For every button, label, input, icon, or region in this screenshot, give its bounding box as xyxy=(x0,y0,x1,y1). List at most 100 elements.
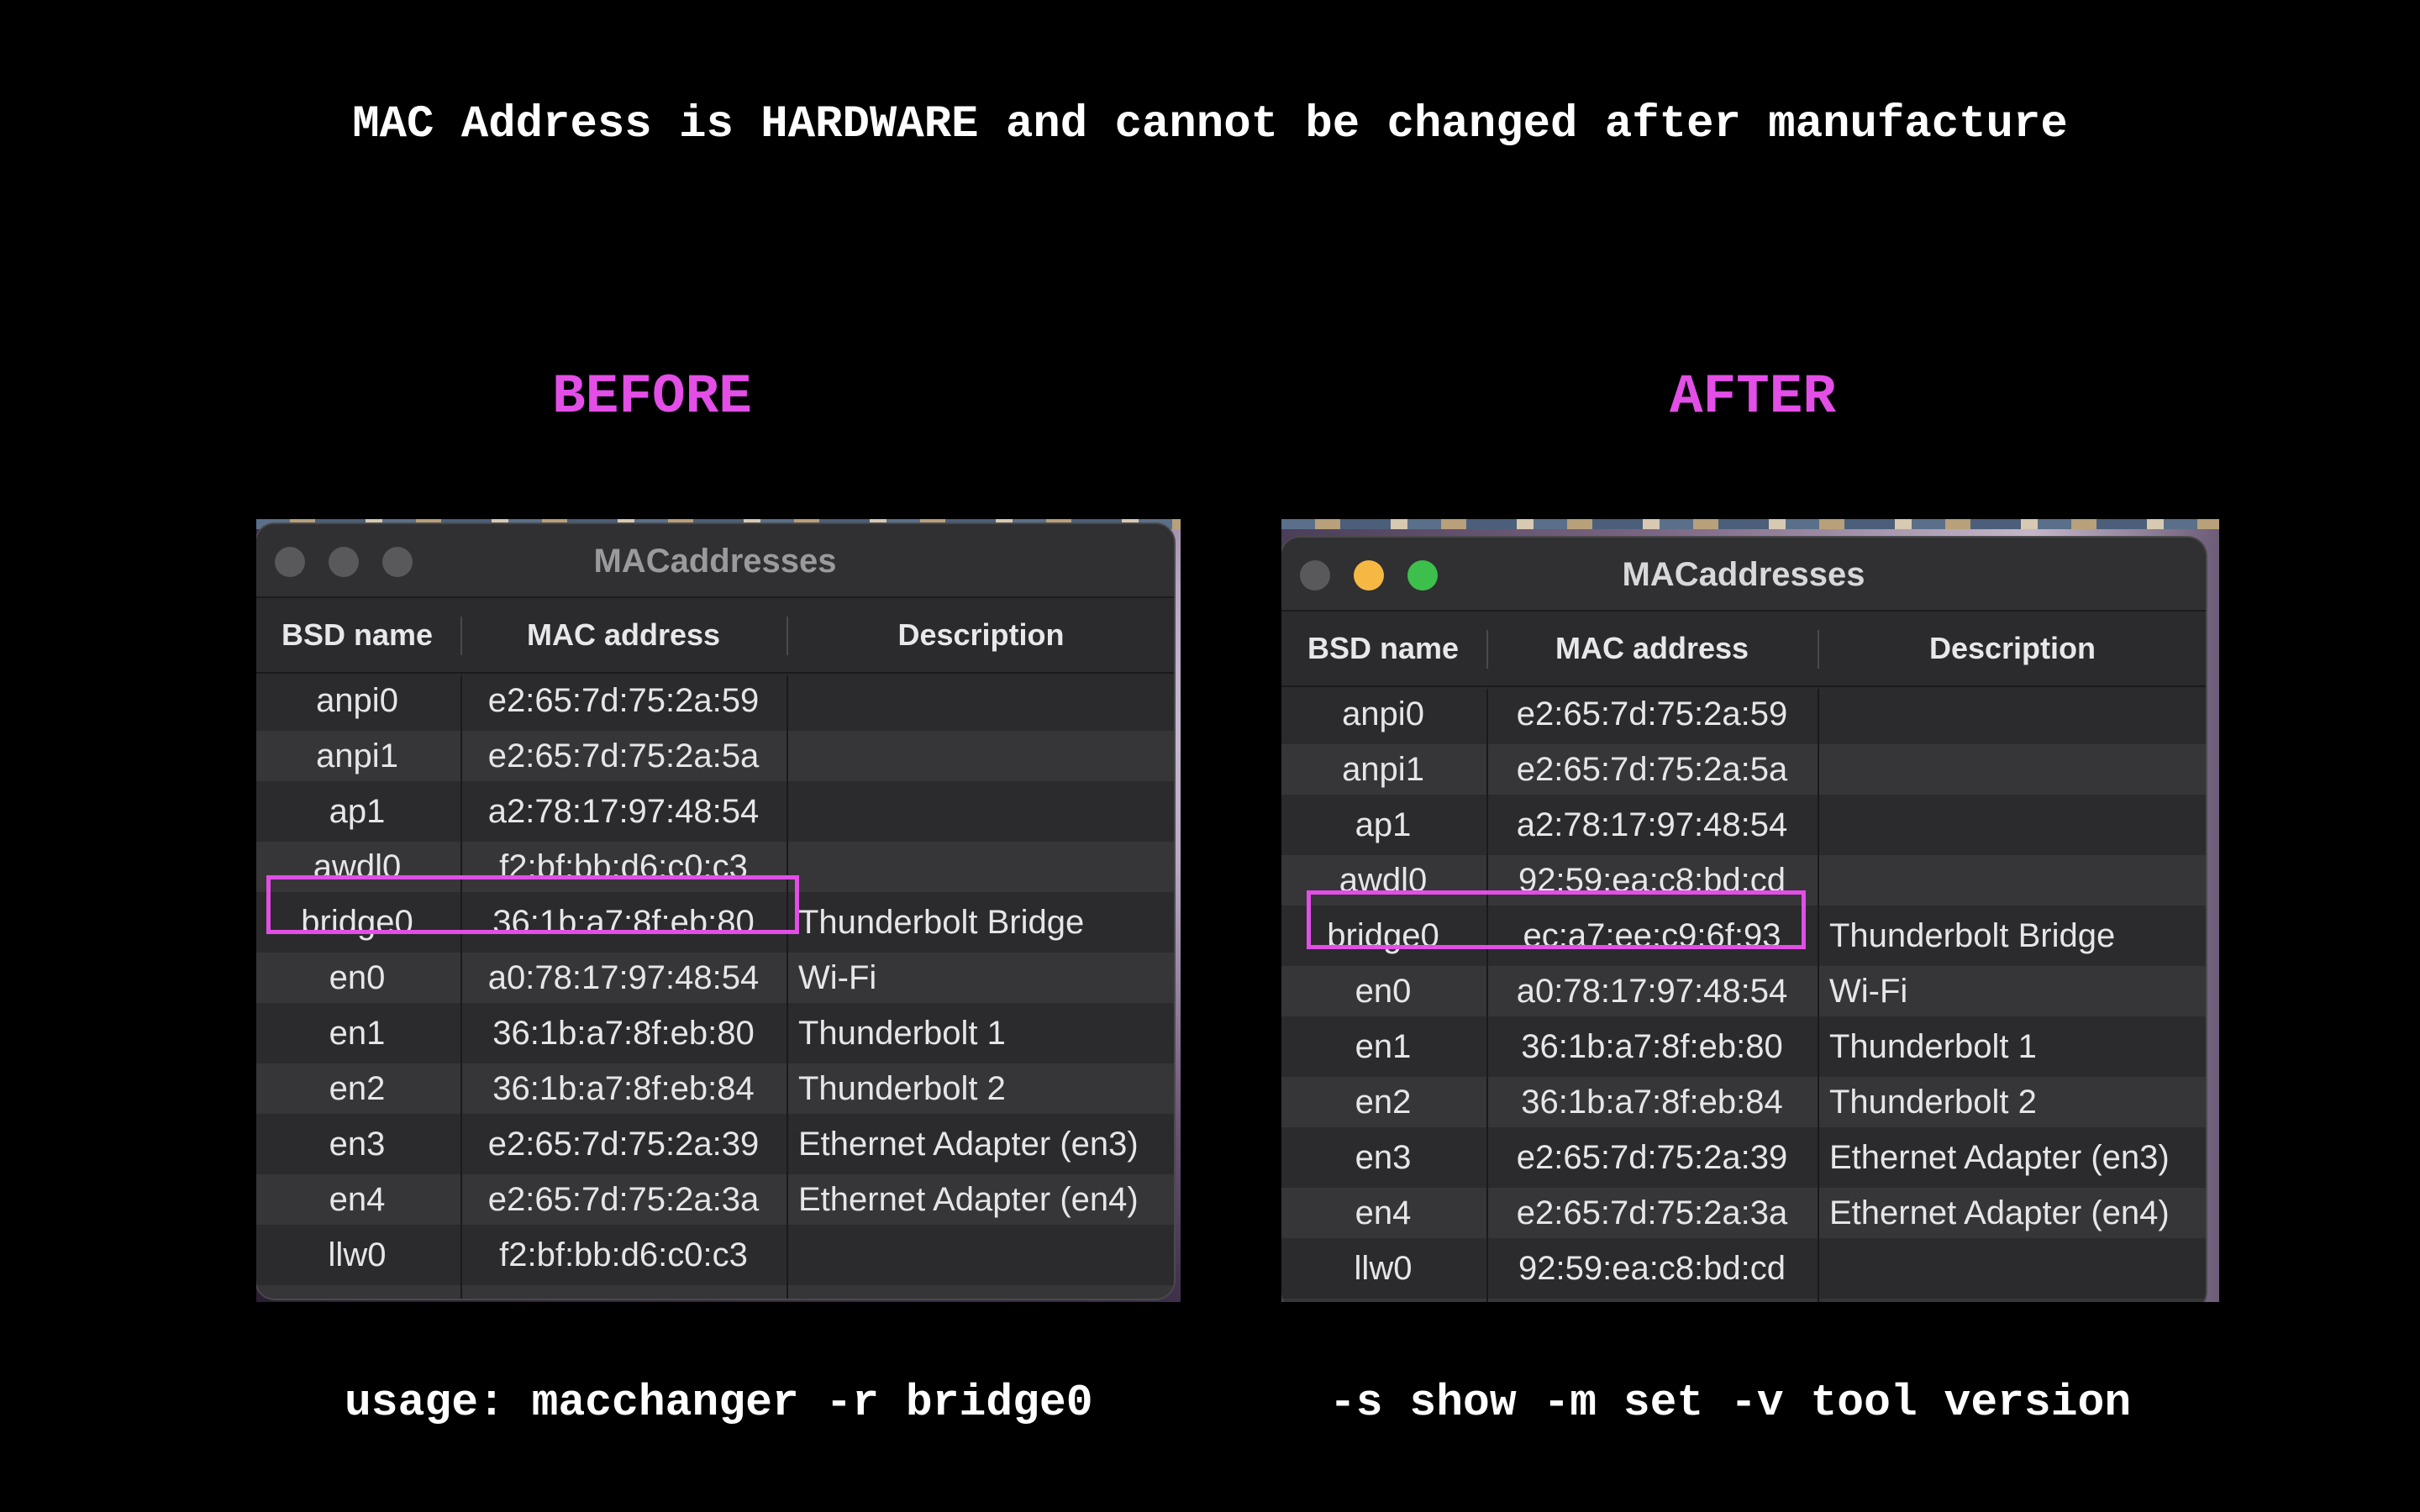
table-row[interactable]: anpi1 e2:65:7d:75:2a:5a xyxy=(256,731,1174,781)
background-strip xyxy=(1281,519,2219,529)
description-cell: Thunderbolt 2 xyxy=(798,1070,1006,1107)
window-title: MACaddresses xyxy=(1622,556,1865,593)
bsd-name-cell: anpi0 xyxy=(316,682,398,719)
window-titlebar[interactable]: MACaddresses xyxy=(256,524,1174,598)
bsd-name-cell: en2 xyxy=(1355,1084,1412,1121)
table-header: BSD name MAC address Description xyxy=(1281,612,2206,687)
column-divider xyxy=(1486,689,1488,1302)
mac-address-cell: e2:65:7d:75:2a:3a xyxy=(1516,1194,1788,1231)
options-text: -s show -m set -v tool version xyxy=(1329,1378,2132,1428)
bsd-name-cell: en4 xyxy=(329,1181,386,1218)
table-row[interactable]: en4 e2:65:7d:75:2a:3a Ethernet Adapter (en… xyxy=(1281,1188,2206,1238)
bsd-name-cell: ap1 xyxy=(329,793,386,830)
description-cell: Wi-Fi xyxy=(1829,973,1908,1010)
usage-text: usage: macchanger -r bridge0 xyxy=(345,1378,1093,1428)
table-row[interactable]: anpi0 e2:65:7d:75:2a:59 xyxy=(1281,689,2206,739)
slide-headline: MAC Address is HARDWARE and cannot be ch… xyxy=(352,99,2068,150)
bsd-name-cell: ap1 xyxy=(1355,806,1412,843)
bsd-name-cell: en0 xyxy=(329,959,386,996)
mac-address-cell: f2:bf:bb:d6:c0:c3 xyxy=(499,1236,748,1273)
description-cell: Ethernet Adapter (en3) xyxy=(798,1126,1139,1163)
macaddresses-window-after: MACaddresses BSD name MAC address Descri… xyxy=(1281,538,2206,1302)
mac-address-cell: e2:65:7d:75:2a:39 xyxy=(1516,1139,1788,1176)
before-label: BEFORE xyxy=(552,365,752,428)
empty-row xyxy=(256,1285,1174,1299)
description-cell xyxy=(1819,800,2206,850)
before-screenshot: MACaddresses BSD name MAC address Descri… xyxy=(256,519,1181,1302)
column-header-description[interactable]: Description xyxy=(788,598,1174,672)
bsd-name-cell: anpi0 xyxy=(1342,696,1424,732)
table-row[interactable]: llw0 92:59:ea:c8:bd:cd xyxy=(1281,1243,2206,1294)
mac-address-cell: a0:78:17:97:48:54 xyxy=(487,959,760,996)
description-cell xyxy=(788,842,1174,892)
column-divider xyxy=(1818,689,1819,1302)
mac-address-cell: 36:1b:a7:8f:eb:84 xyxy=(1521,1084,1783,1121)
table-row[interactable]: anpi1 e2:65:7d:75:2a:5a xyxy=(1281,744,2206,795)
table-row[interactable]: en2 36:1b:a7:8f:eb:84 Thunderbolt 2 xyxy=(256,1063,1174,1114)
table-row[interactable]: en0 a0:78:17:97:48:54 Wi-Fi xyxy=(1281,966,2206,1016)
description-cell xyxy=(1819,1243,2206,1294)
table-body: anpi0 e2:65:7d:75:2a:59 anpi1 e2:65:7d:75:2… xyxy=(256,675,1174,1299)
table-row[interactable]: en1 36:1b:a7:8f:eb:80 Thunderbolt 1 xyxy=(1281,1021,2206,1072)
bsd-name-cell: en3 xyxy=(1355,1139,1412,1176)
mac-address-cell: a0:78:17:97:48:54 xyxy=(1516,973,1788,1010)
bsd-name-cell: anpi1 xyxy=(316,738,398,774)
table-row[interactable]: en4 e2:65:7d:75:2a:3a Ethernet Adapter (en… xyxy=(256,1174,1174,1225)
bsd-name-cell: en0 xyxy=(1355,973,1412,1010)
mac-address-cell: e2:65:7d:75:2a:5a xyxy=(1516,751,1788,788)
description-cell xyxy=(1819,744,2206,795)
bsd-name-cell: en3 xyxy=(329,1126,386,1163)
column-divider xyxy=(786,675,788,1299)
mac-address-cell: a2:78:17:97:48:54 xyxy=(487,793,760,830)
description-cell xyxy=(788,1230,1174,1280)
after-label: AFTER xyxy=(1669,365,1837,428)
column-header-description[interactable]: Description xyxy=(1819,612,2206,685)
table-row[interactable]: anpi0 e2:65:7d:75:2a:59 xyxy=(256,675,1174,726)
mac-address-cell: 36:1b:a7:8f:eb:80 xyxy=(1521,1028,1783,1065)
description-cell xyxy=(788,786,1174,837)
bsd-name-cell: llw0 xyxy=(328,1236,387,1273)
table-row[interactable]: en3 e2:65:7d:75:2a:39 Ethernet Adapter (en… xyxy=(256,1119,1174,1169)
column-header-mac-address[interactable]: MAC address xyxy=(462,598,785,672)
description-cell xyxy=(788,675,1174,726)
after-screenshot: MACaddresses BSD name MAC address Descri… xyxy=(1281,519,2219,1302)
table-row[interactable]: ap1 a2:78:17:97:48:54 xyxy=(256,786,1174,837)
table-row[interactable]: en2 36:1b:a7:8f:eb:84 Thunderbolt 2 xyxy=(1281,1077,2206,1127)
description-cell xyxy=(1819,855,2206,906)
description-cell: Ethernet Adapter (en4) xyxy=(798,1181,1139,1218)
column-divider xyxy=(460,675,462,1299)
column-header-mac-address[interactable]: MAC address xyxy=(1488,612,1816,685)
table-row[interactable]: en1 36:1b:a7:8f:eb:80 Thunderbolt 1 xyxy=(256,1008,1174,1058)
description-cell: Thunderbolt Bridge xyxy=(1829,917,2116,954)
mac-address-cell: 36:1b:a7:8f:eb:84 xyxy=(492,1070,755,1107)
mac-address-cell: 36:1b:a7:8f:eb:80 xyxy=(492,1015,755,1052)
description-cell: Thunderbolt 1 xyxy=(1829,1028,2037,1065)
table-row[interactable]: en3 e2:65:7d:75:2a:39 Ethernet Adapter (en… xyxy=(1281,1132,2206,1183)
mac-address-cell: e2:65:7d:75:2a:59 xyxy=(1516,696,1788,732)
description-cell: Ethernet Adapter (en3) xyxy=(1829,1139,2170,1176)
column-header-bsd-name[interactable]: BSD name xyxy=(256,598,458,672)
bsd-name-cell: anpi1 xyxy=(1342,751,1424,788)
empty-row xyxy=(1281,1299,2206,1302)
mac-address-cell: e2:65:7d:75:2a:59 xyxy=(487,682,760,719)
description-cell: Wi-Fi xyxy=(798,959,877,996)
bsd-name-cell: en1 xyxy=(329,1015,386,1052)
description-cell: Ethernet Adapter (en4) xyxy=(1829,1194,2170,1231)
description-cell xyxy=(1819,689,2206,739)
table-row[interactable]: en0 a0:78:17:97:48:54 Wi-Fi xyxy=(256,953,1174,1003)
bsd-name-cell: en2 xyxy=(329,1070,386,1107)
table-row[interactable]: llw0 f2:bf:bb:d6:c0:c3 xyxy=(256,1230,1174,1280)
description-cell: Thunderbolt Bridge xyxy=(798,904,1085,941)
mac-address-cell: e2:65:7d:75:2a:39 xyxy=(487,1126,760,1163)
window-title: MACaddresses xyxy=(593,543,837,580)
table-body: anpi0 e2:65:7d:75:2a:59 anpi1 e2:65:7d:75:2… xyxy=(1281,689,2206,1302)
column-header-bsd-name[interactable]: BSD name xyxy=(1281,612,1485,685)
bsd-name-cell: en4 xyxy=(1355,1194,1412,1231)
description-cell: Thunderbolt 1 xyxy=(798,1015,1006,1052)
table-header: BSD name MAC address Description xyxy=(256,598,1174,674)
window-titlebar[interactable]: MACaddresses xyxy=(1281,538,2206,612)
mac-address-cell: a2:78:17:97:48:54 xyxy=(1516,806,1788,843)
table-row[interactable]: ap1 a2:78:17:97:48:54 xyxy=(1281,800,2206,850)
bsd-name-cell: en1 xyxy=(1355,1028,1412,1065)
mac-address-cell: 92:59:ea:c8:bd:cd xyxy=(1518,1250,1786,1287)
